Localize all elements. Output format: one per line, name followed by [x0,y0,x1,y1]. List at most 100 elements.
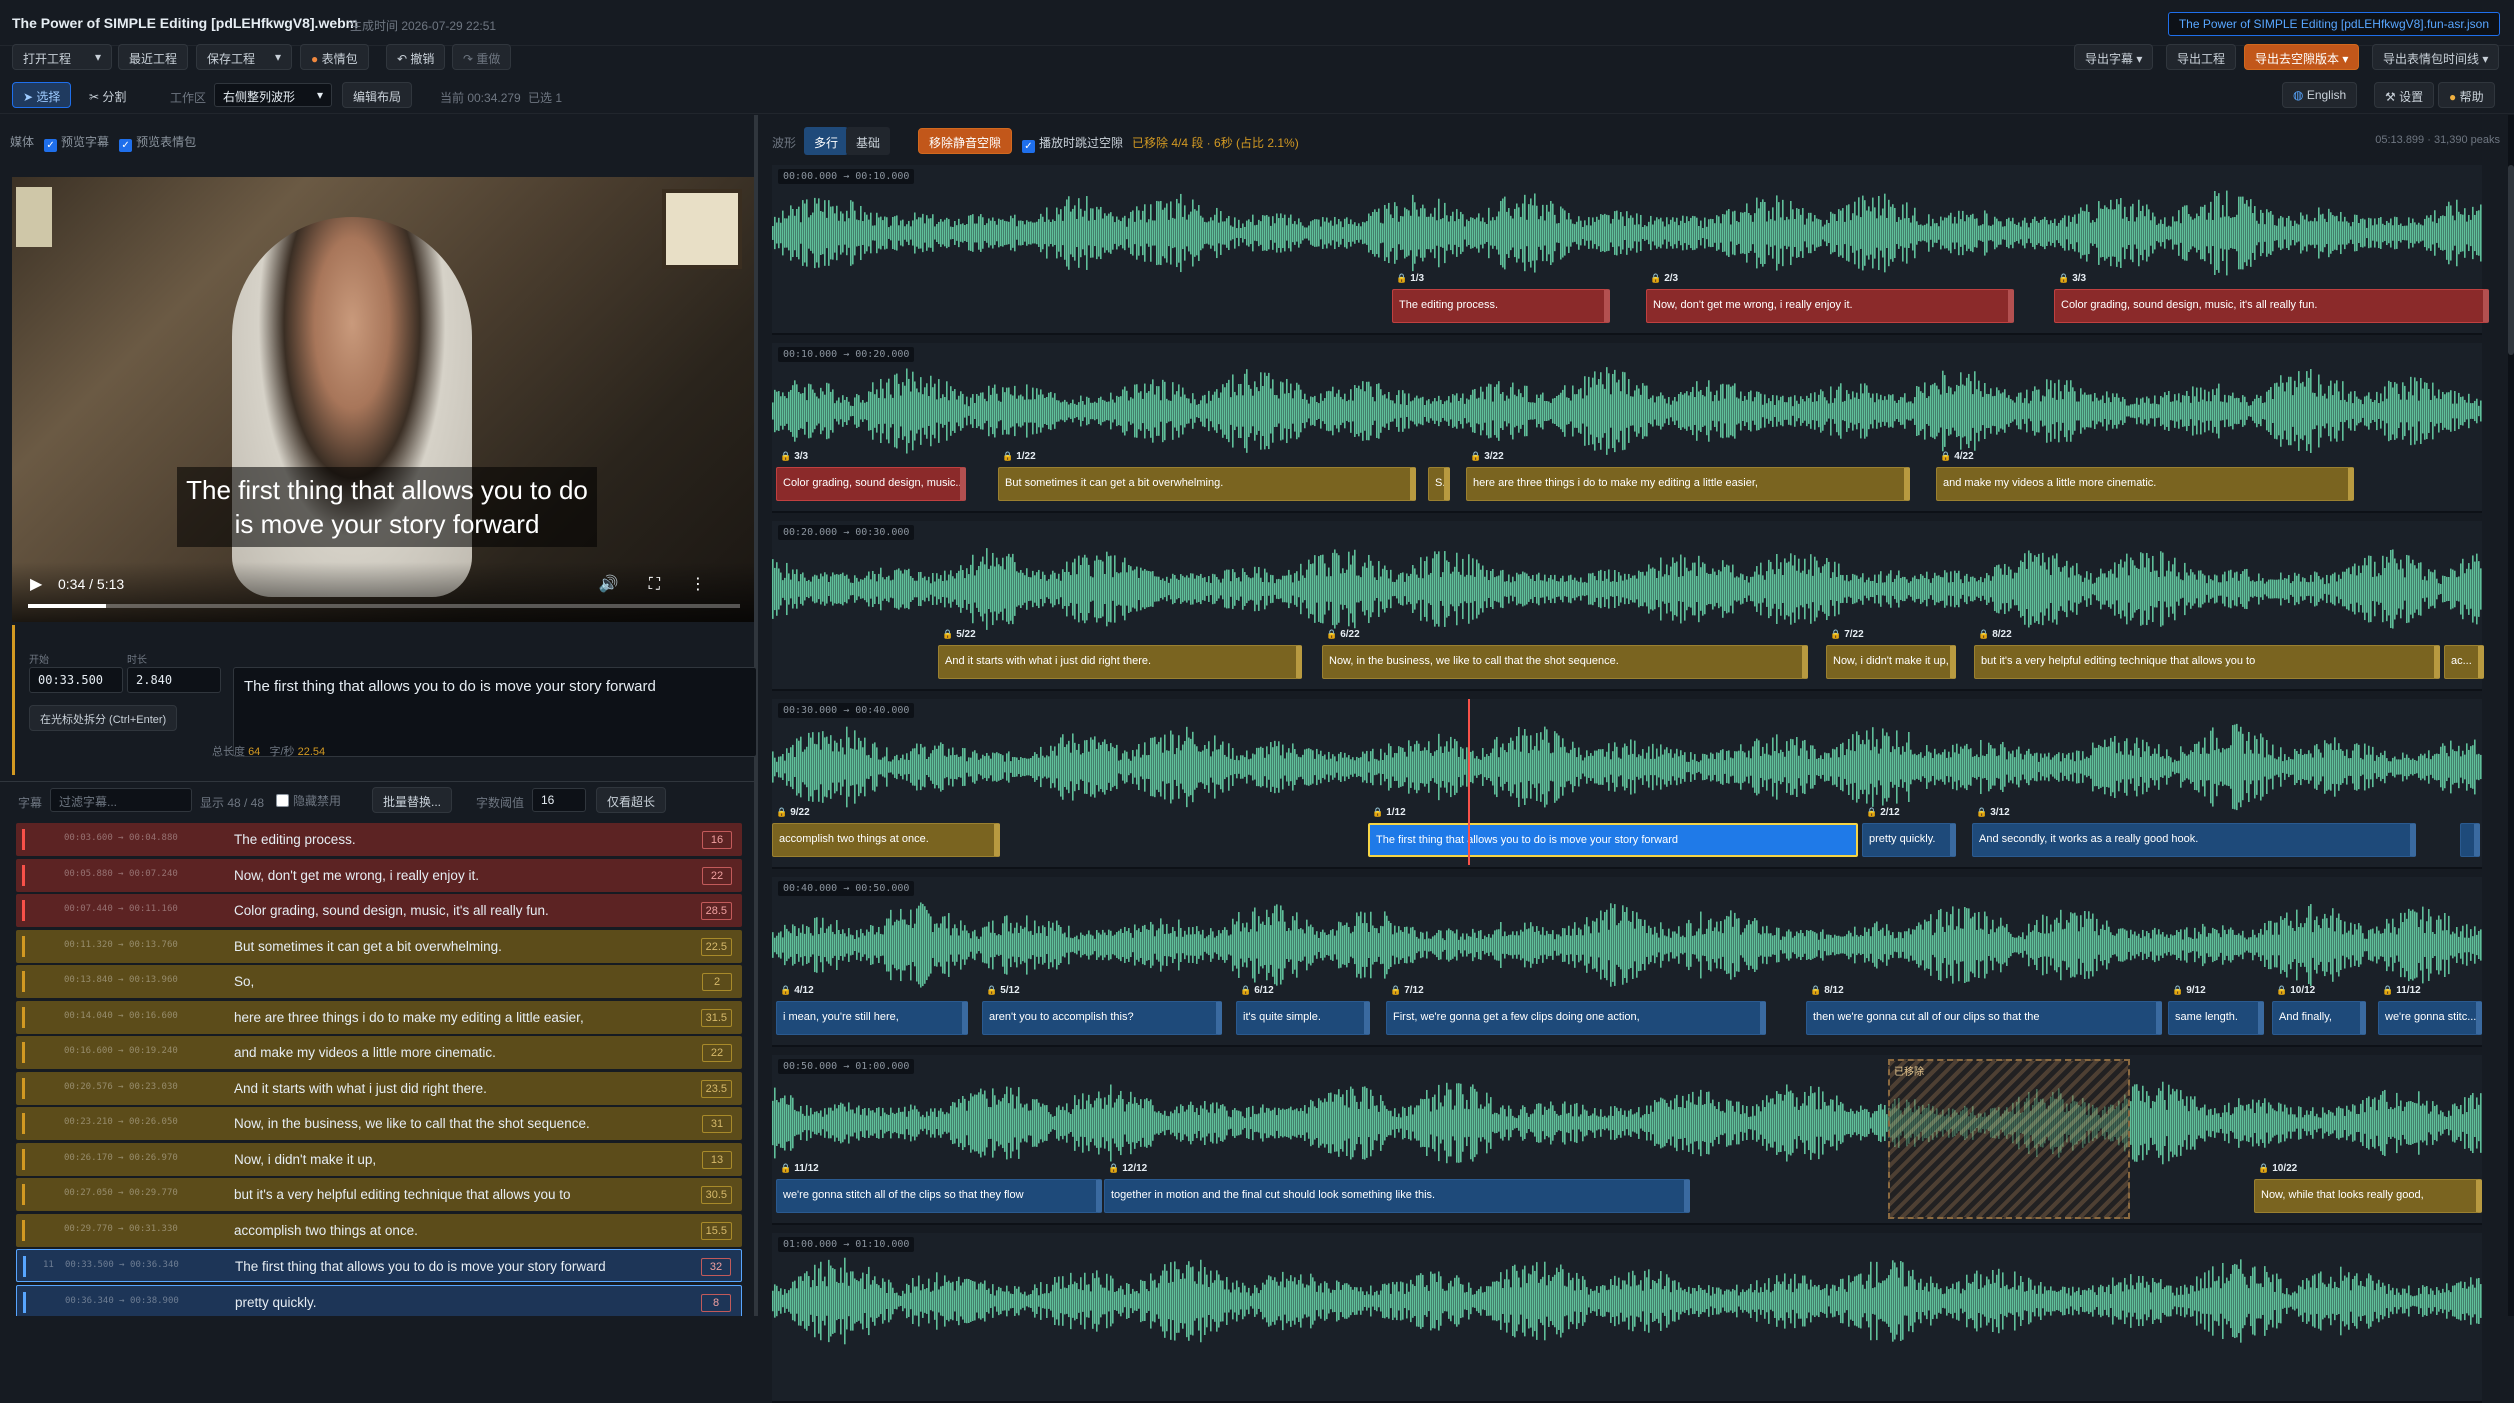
subtitle-segment[interactable]: accomplish two things at once. [772,823,1000,857]
subtitle-segment[interactable]: Color grading, sound design, music, it's… [2054,289,2489,323]
waveform-scrollbar[interactable] [2508,115,2514,1316]
split-at-cursor-button[interactable]: 在光标处拆分 (Ctrl+Enter) [29,705,177,731]
export-subtitles-button[interactable]: 导出字幕 ▾ [2074,44,2153,70]
subtitle-segment[interactable]: it's quite simple. [1236,1001,1370,1035]
export-project-button[interactable]: 导出工程 [2166,44,2236,70]
waveform-lane[interactable]: 00:20.000 → 00:30.0005/22And it starts w… [772,521,2482,691]
save-project-button[interactable]: 保存工程 ▾ [196,44,292,70]
volume-icon[interactable]: 🔊 [599,576,649,593]
subtitle-segment[interactable]: pretty quickly. [1862,823,1956,857]
subtitle-row[interactable]: 00:13.840 → 00:13.960So,2 [16,965,742,998]
removed-gap-region[interactable]: 已移除 [1888,1059,2130,1219]
subtitle-segment[interactable]: Now, while that looks really good, [2254,1179,2482,1213]
subtitle-row[interactable]: 00:26.170 → 00:26.970Now, i didn't make … [16,1143,742,1176]
waveform-lane[interactable]: 00:30.000 → 00:40.0009/22accomplish two … [772,699,2482,869]
hide-disabled-checkbox[interactable] [276,794,289,807]
emoji-pack-button[interactable]: ● 表情包 [300,44,369,70]
subtitle-row[interactable]: 00:29.770 → 00:31.330accomplish two thin… [16,1214,742,1247]
row-char-count: 22 [702,1044,732,1062]
layout-select[interactable]: 右侧整列波形▾ [214,83,332,107]
subtitle-row[interactable]: 00:20.576 → 00:23.030And it starts with … [16,1072,742,1105]
subtitle-segment[interactable]: First, we're gonna get a few clips doing… [1386,1001,1766,1035]
subtitle-segment[interactable]: And secondly, it works as a really good … [1972,823,2416,857]
subtitle-segment[interactable]: we're gonna stitch all of the clips so t… [776,1179,1102,1213]
remove-silence-button[interactable]: 移除静音空隙 [918,128,1012,154]
subtitle-segment[interactable]: then we're gonna cut all of our clips so… [1806,1001,2162,1035]
subtitle-segment[interactable]: Color grading, sound design, music... [776,467,966,501]
play-icon[interactable]: ▶ [30,574,42,594]
subtitle-row[interactable]: 00:27.050 → 00:29.770but it's a very hel… [16,1178,742,1211]
preview-subtitles-checkbox[interactable]: ✓ [44,139,57,152]
subtitle-row[interactable]: 00:36.340 → 00:38.900pretty quickly.8 [16,1285,742,1317]
subtitle-segment[interactable]: we're gonna stitc... [2378,1001,2482,1035]
subtitle-segment[interactable]: And finally, [2272,1001,2366,1035]
waveform-lane[interactable]: 00:00.000 → 00:10.0001/3The editing proc… [772,165,2482,335]
split-tool-button[interactable]: ✂ 分割 [78,82,137,108]
subtitle-segment[interactable]: Now, in the business, we like to call th… [1322,645,1808,679]
subtitle-row[interactable]: 00:11.320 → 00:13.760But sometimes it ca… [16,930,742,963]
row-text: And it starts with what i just did right… [234,1081,487,1096]
waveform-lane[interactable]: 00:40.000 → 00:50.0004/12i mean, you're … [772,877,2482,1047]
subtitle-segment[interactable]: and make my videos a little more cinemat… [1936,467,2354,501]
waveform-lane[interactable]: 00:50.000 → 01:00.00011/12we're gonna st… [772,1055,2482,1225]
waveform-lane[interactable]: 00:10.000 → 00:20.0003/3Color grading, s… [772,343,2482,513]
subtitle-segment[interactable]: Now, i didn't make it up, [1826,645,1956,679]
row-time: 00:03.600 → 00:04.880 [64,833,178,843]
waveform-lane[interactable]: 01:00.000 → 01:10.000 [772,1233,2482,1403]
subtitle-row[interactable]: 1100:33.500 → 00:36.340The first thing t… [16,1249,742,1282]
subtitle-segment[interactable]: And it starts with what i just did right… [938,645,1302,679]
edit-layout-button[interactable]: 编辑布局 [342,82,412,108]
subtitle-segment[interactable]: ac... [2444,645,2484,679]
scrollbar-thumb[interactable] [2508,165,2514,355]
help-button[interactable]: ● 帮助 [2438,82,2495,108]
subtitle-segment[interactable]: The editing process. [1392,289,1610,323]
subtitle-segment[interactable] [2460,823,2480,857]
subtitle-segment[interactable]: here are three things i do to make my ed… [1466,467,1910,501]
only-long-button[interactable]: 仅看超长 [596,787,666,813]
subtitle-segment[interactable]: But sometimes it can get a bit overwhelm… [998,467,1416,501]
fullscreen-icon[interactable]: ⛶ [649,576,690,593]
subtitle-row[interactable]: 00:14.040 → 00:16.600here are three thin… [16,1001,742,1034]
duration-input[interactable]: 2.840 [127,667,221,693]
skip-gaps-toggle[interactable]: ✓播放时跳过空隙 [1022,134,1123,153]
tab-basic[interactable]: 基础 [846,127,890,155]
filter-input[interactable]: 过滤字幕... [50,788,192,812]
subtitle-segment[interactable]: Now, don't get me wrong, i really enjoy … [1646,289,2014,323]
export-emoji-timeline-button[interactable]: 导出表情包时间线 ▾ [2372,44,2499,70]
settings-button[interactable]: ⚒ 设置 [2374,82,2434,108]
more-options-icon[interactable]: ⋮ [690,576,736,593]
playhead[interactable] [1468,699,1470,865]
tab-multi-row[interactable]: 多行 [804,127,848,155]
subtitle-segment[interactable]: but it's a very helpful editing techniqu… [1974,645,2440,679]
open-project-button[interactable]: 打开工程 ▾ [12,44,112,70]
export-gapless-button[interactable]: 导出去空隙版本 ▾ [2244,44,2359,70]
subtitle-segment[interactable]: same length. [2168,1001,2264,1035]
subtitle-segment[interactable]: i mean, you're still here, [776,1001,968,1035]
row-text: But sometimes it can get a bit overwhelm… [234,939,502,954]
subtitle-segment[interactable]: aren't you to accomplish this? [982,1001,1222,1035]
language-button[interactable]: ◍ English [2282,82,2357,108]
subtitle-segment[interactable]: S... [1428,467,1450,501]
subtitle-row[interactable]: 00:03.600 → 00:04.880The editing process… [16,823,742,856]
subtitle-segment[interactable]: together in motion and the final cut sho… [1104,1179,1690,1213]
hide-disabled-toggle[interactable]: 隐藏禁用 [276,792,341,809]
video-player[interactable]: The first thing that allows you to do is… [12,177,754,622]
subtitle-segment[interactable]: The first thing that allows you to do is… [1368,823,1858,857]
preview-emoji-checkbox[interactable]: ✓ [119,139,132,152]
subtitle-row[interactable]: 00:16.600 → 00:19.240and make my videos … [16,1036,742,1069]
redo-button[interactable]: ↷ 重做 [452,44,511,70]
batch-replace-button[interactable]: 批量替换... [372,787,452,813]
skip-gaps-checkbox[interactable]: ✓ [1022,140,1035,153]
subtitle-row[interactable]: 00:07.440 → 00:11.160Color grading, soun… [16,894,742,927]
select-tool-button[interactable]: ➤ 选择 [12,82,71,108]
undo-button[interactable]: ↶ 撤销 [386,44,445,70]
video-progress[interactable] [28,604,740,608]
threshold-input[interactable]: 16 [532,788,586,812]
recent-projects-button[interactable]: 最近工程 [118,44,188,70]
video-background-window [16,187,52,247]
subtitle-row[interactable]: 00:05.880 → 00:07.240Now, don't get me w… [16,859,742,892]
file-badge[interactable]: The Power of SIMPLE Editing [pdLEHfkwgV8… [2168,12,2500,36]
waveform-graphic [772,709,2482,829]
start-input[interactable]: 00:33.500 [29,667,123,693]
subtitle-row[interactable]: 00:23.210 → 00:26.050Now, in the busines… [16,1107,742,1140]
